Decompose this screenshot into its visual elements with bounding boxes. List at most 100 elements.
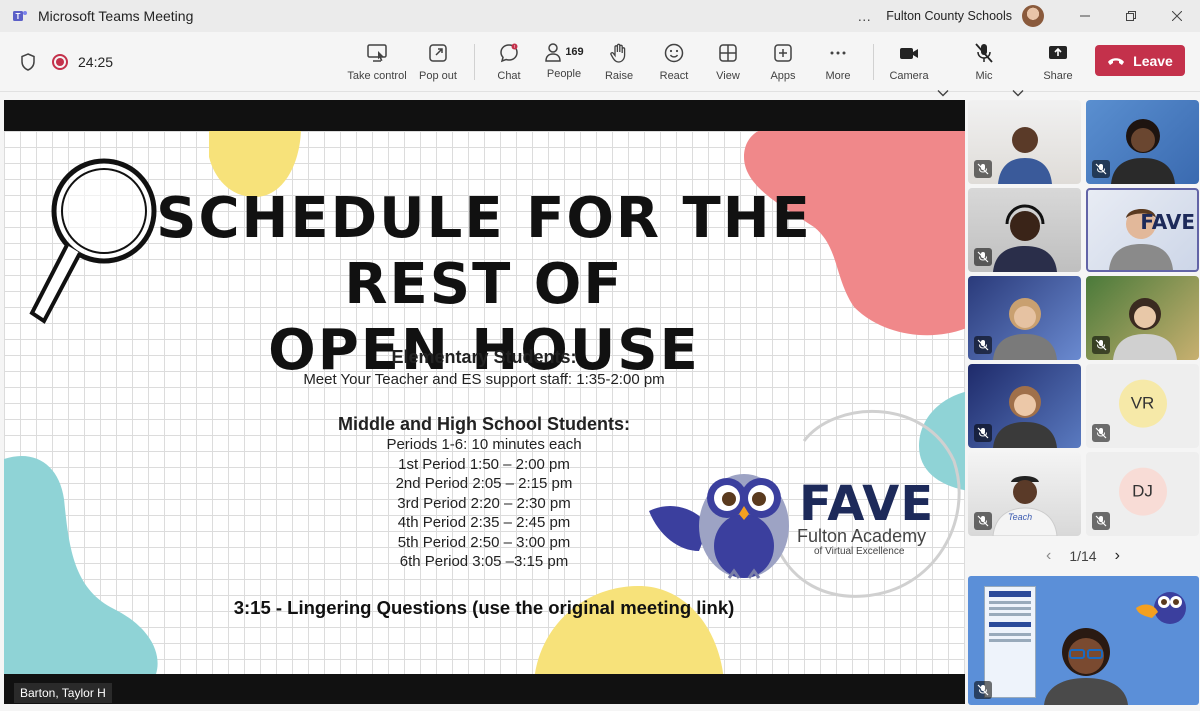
shield-icon[interactable]	[20, 52, 36, 71]
take-control-label: Take control	[347, 70, 407, 82]
people-count: 169	[565, 46, 584, 58]
share-button[interactable]: Share	[1042, 38, 1074, 86]
close-button[interactable]	[1154, 0, 1200, 32]
camera-icon	[900, 48, 918, 59]
participant-tile-active-speaker[interactable]: FAVE	[1086, 188, 1199, 272]
view-button[interactable]: View	[712, 38, 744, 86]
participant-tile[interactable]: Teach	[968, 452, 1081, 536]
participant-tile[interactable]	[968, 100, 1081, 184]
teal-blob-left-decoration	[4, 455, 158, 674]
participant-video	[1112, 298, 1177, 360]
grid-view-icon	[719, 44, 737, 62]
take-control-icon	[367, 44, 387, 62]
window-title: Microsoft Teams Meeting	[38, 8, 194, 24]
svg-text:!: !	[514, 44, 515, 49]
lingering-questions-text: 3:15 - Lingering Questions (use the orig…	[233, 597, 735, 618]
participant-initials-avatar: DJ	[1118, 467, 1167, 516]
raise-label: Raise	[604, 70, 634, 82]
mic-label: Mic	[975, 70, 993, 82]
shirt-text: Teach	[1008, 512, 1033, 522]
muted-icon	[974, 160, 992, 178]
meeting-timer: 24:25	[78, 53, 114, 70]
elementary-text: Meet Your Teacher and ES support staff: …	[303, 371, 665, 388]
raise-hand-button[interactable]: Raise	[602, 38, 636, 86]
add-apps-icon	[774, 44, 792, 62]
apps-button[interactable]: Apps	[766, 38, 800, 86]
muted-icon	[974, 424, 992, 442]
presentation-slide: Schedule for the rest of Open House Elem…	[4, 131, 965, 674]
participant-video	[992, 386, 1057, 448]
fave-logo-tagline: of Virtual Excellence	[814, 546, 905, 557]
react-button[interactable]: React	[656, 38, 692, 86]
minimize-button[interactable]	[1062, 0, 1108, 32]
more-actions-button[interactable]: More	[821, 38, 855, 86]
profile-avatar[interactable]	[1022, 5, 1044, 27]
participant-tile[interactable]	[1086, 100, 1199, 184]
org-name[interactable]: Fulton County Schools	[886, 9, 1012, 23]
period-line: Periods 1-6: 10 minutes each	[386, 436, 582, 453]
poster-background-decoration	[984, 586, 1036, 698]
participant-tile[interactable]	[968, 364, 1081, 448]
leave-button[interactable]: Leave	[1095, 45, 1185, 76]
presenter-video	[1044, 628, 1128, 705]
restore-icon	[1126, 11, 1136, 21]
raise-hand-icon	[610, 43, 626, 63]
participant-initials-avatar: VR	[1118, 379, 1167, 428]
page-indicator: 1/14	[1069, 548, 1097, 564]
take-control-button[interactable]: Take control	[347, 38, 407, 86]
hang-up-icon	[1108, 57, 1125, 65]
close-icon	[1172, 11, 1182, 21]
participant-video	[991, 476, 1058, 536]
muted-icon	[974, 512, 992, 530]
teams-logo-icon: T	[13, 11, 27, 21]
participant-video	[992, 298, 1057, 360]
shared-content-stage: Schedule for the rest of Open House Elem…	[4, 100, 965, 704]
smiley-icon	[664, 43, 684, 63]
restore-button[interactable]	[1108, 0, 1154, 32]
participant-video	[997, 127, 1052, 184]
participant-video	[992, 204, 1057, 272]
leave-label: Leave	[1133, 52, 1173, 69]
pop-out-button[interactable]: Pop out	[416, 38, 460, 86]
previous-page-chevron-icon[interactable]: ‹	[1046, 547, 1051, 565]
chat-button[interactable]: ! Chat	[492, 38, 526, 86]
chat-icon: !	[500, 43, 518, 63]
minimize-icon	[1080, 15, 1090, 17]
fave-logo-text: FAVE	[799, 476, 935, 532]
muted-icon	[974, 248, 992, 266]
people-icon	[545, 43, 562, 62]
share-screen-icon	[1049, 46, 1067, 59]
participant-tile[interactable]	[968, 188, 1081, 272]
toolbar-divider	[873, 44, 874, 80]
toolbar-divider	[474, 44, 475, 80]
participant-tile[interactable]: VR	[1086, 364, 1199, 448]
participant-tile[interactable]	[968, 276, 1081, 360]
background-logo-text: FAVE	[1140, 210, 1195, 234]
mic-muted-icon	[975, 43, 993, 63]
people-label: People	[546, 68, 582, 80]
apps-label: Apps	[770, 70, 796, 82]
people-button[interactable]: 169 People	[538, 38, 590, 86]
elementary-heading: Elementary Students:	[391, 347, 577, 367]
camera-options-chevron-icon[interactable]	[937, 86, 949, 100]
more-options-button[interactable]: …	[857, 8, 872, 24]
next-page-chevron-icon[interactable]: ›	[1115, 547, 1120, 565]
slide-title-line-1: Schedule for the rest of	[156, 186, 812, 317]
participant-tile[interactable]	[1086, 276, 1199, 360]
mic-button[interactable]: Mic	[970, 38, 998, 86]
presenter-video-thumbnail[interactable]	[968, 576, 1199, 705]
participant-video	[1110, 119, 1175, 184]
muted-icon	[974, 336, 992, 354]
more-label: More	[825, 70, 851, 82]
fave-logo-subtitle: Fulton Academy	[797, 526, 927, 546]
mic-options-chevron-icon[interactable]	[1012, 86, 1024, 100]
camera-button[interactable]: Camera	[888, 38, 930, 86]
middle-high-heading: Middle and High School Students:	[338, 414, 630, 434]
chat-label: Chat	[497, 70, 521, 82]
muted-icon	[1092, 160, 1110, 178]
pop-out-icon	[429, 44, 447, 62]
participant-tile[interactable]: DJ	[1086, 452, 1199, 536]
recording-indicator-icon	[52, 53, 68, 70]
gallery-pager: ‹ 1/14 ›	[1046, 547, 1120, 565]
muted-icon	[1092, 424, 1110, 442]
